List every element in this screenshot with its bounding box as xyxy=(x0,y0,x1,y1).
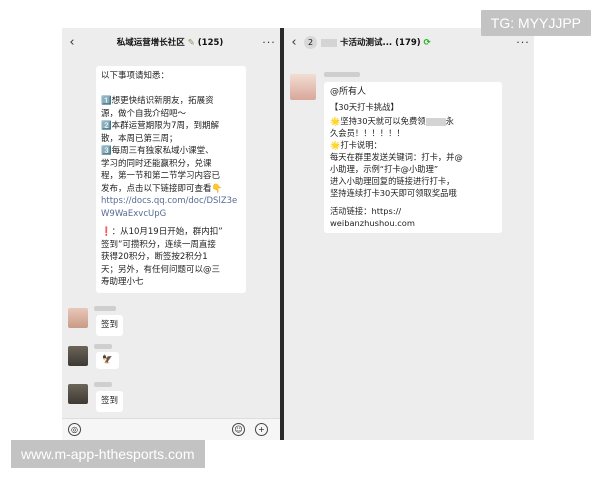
left-chat-title: 私域运营增长社区 ✎ (125) xyxy=(116,38,224,48)
right-chat-window: ‹ 2 卡活动测试... (179) ⟳ ··· @所有人 【30天打卡挑战】 … xyxy=(284,28,534,440)
emoji-message: 🦅 xyxy=(96,352,119,369)
left-title-bar: ‹ 私域运营增长社区 ✎ (125) ··· xyxy=(62,28,280,56)
input-bar[interactable]: ◎ ☺ + xyxy=(62,418,280,440)
avatar[interactable] xyxy=(68,384,88,404)
watermark-bottom-left: www.m-app-hthesports.com xyxy=(11,440,205,468)
text-line: 天；另外，有任何问题可以@三 xyxy=(101,264,221,275)
text-line xyxy=(101,83,241,96)
announcement-line: 🌟坚持30天就可以免费领 xyxy=(330,116,426,126)
text-line: 寿助理小七 xyxy=(101,277,144,287)
left-member-count: (125) xyxy=(197,38,224,48)
checkin-message: 签到 xyxy=(96,391,124,412)
announcement-line: weibanzhushou.com xyxy=(330,218,415,228)
checkin-announcement: @所有人 【30天打卡挑战】 🌟坚持30天就可以免费领永 久会员！！！！！！ 🌟… xyxy=(324,82,502,233)
plus-icon[interactable]: + xyxy=(255,423,268,436)
left-chat-window: ‹ 私域运营增长社区 ✎ (125) ··· 以下事项请知悉： 1️⃣想更快结识… xyxy=(62,28,280,440)
announcement-line: 活动链接：https:// xyxy=(330,206,402,216)
notice-text-2: ❗：从10月19日开始，群内扣” 签到”可攒积分，连续一周直接 获得20积分，断签按… xyxy=(101,226,241,289)
announcement-line: 久会员！！！！！！ xyxy=(330,128,405,138)
at-all-mention: @所有人 xyxy=(330,87,367,97)
chevron-left-icon[interactable]: ‹ xyxy=(62,35,82,50)
doc-link[interactable]: https://docs.qq.com/doc/DSlZ3e W9WaExvcUp… xyxy=(101,195,241,220)
text-line: ❗：从10月19日开始，群内扣” xyxy=(101,227,223,237)
announcement-line: 进入小助理回复的链接进行打卡， xyxy=(330,176,455,186)
text-line: 2️⃣本群运营期限为7周，到期解 xyxy=(101,121,219,131)
redacted-text xyxy=(425,117,446,126)
avatar[interactable] xyxy=(68,346,88,366)
announcement-line: 坚持连续打卡30天即可领取奖品哦 xyxy=(330,188,457,198)
text-line: 获得20积分，断签按2积分1 xyxy=(101,252,208,262)
watermark-top-right: TG: MYYJJPP xyxy=(480,10,591,36)
right-member-count: (179) xyxy=(395,38,421,48)
sender-name xyxy=(94,344,112,349)
notice-text: 以下事项请知悉： 1️⃣想更快结识新朋友，拓展资 源，做个自我介绍吧～ 2️⃣本群运… xyxy=(101,70,241,195)
notice-bubble: 以下事项请知悉： 1️⃣想更快结识新朋友，拓展资 源，做个自我介绍吧～ 2️⃣本群运… xyxy=(96,66,246,293)
more-dots-icon[interactable]: ··· xyxy=(258,36,280,49)
checkin-message: 签到 xyxy=(96,315,124,336)
sync-icon: ⟳ xyxy=(423,38,431,48)
emoji-icon[interactable]: ☺ xyxy=(232,423,245,436)
right-chat-title: 卡活动测试... (179) ⟳ xyxy=(321,36,512,48)
more-dots-icon[interactable]: ··· xyxy=(512,36,534,49)
text-line: 3️⃣每周三有独家私域小课堂、 xyxy=(101,146,214,156)
announcement-line: 🌟打卡说明： xyxy=(330,140,382,150)
text-line: 学习的同时还能赢积分，兑课 xyxy=(101,158,212,169)
announcement-line: 每天在群里发送关键词：打卡，并@ xyxy=(330,152,463,162)
text-line: 发布，点击以下链接即可查看👇 xyxy=(101,183,223,194)
text-line: 以下事项请知悉： xyxy=(101,71,170,81)
unread-badge: 2 xyxy=(304,35,317,49)
text-line: 签到”可攒积分，连续一周直接 xyxy=(101,239,216,250)
announcement-line: 小助理，示例“打卡@小助理” xyxy=(330,164,439,174)
text-line: 散，本周已第三周； xyxy=(101,133,178,144)
text-line: 程，第一节和第二节学习内容已 xyxy=(101,171,221,181)
sender-name xyxy=(94,382,112,387)
voice-icon[interactable]: ◎ xyxy=(68,423,81,436)
chevron-left-icon[interactable]: ‹ xyxy=(284,35,304,50)
text-line: 1️⃣想更快结识新朋友，拓展资 xyxy=(101,96,214,106)
avatar[interactable] xyxy=(68,308,88,328)
sender-name xyxy=(324,72,360,77)
redacted-title xyxy=(321,38,337,47)
sender-name xyxy=(94,306,116,311)
text-line: W9WaExvcUpG xyxy=(101,208,167,219)
avatar[interactable] xyxy=(290,74,316,100)
announcement-line: 【30天打卡挑战】 xyxy=(330,102,399,112)
emoji-icon: ✎ xyxy=(187,38,195,48)
text-line: 源，做个自我介绍吧～ xyxy=(101,108,187,119)
text-line: https://docs.qq.com/doc/DSlZ3e xyxy=(101,196,238,206)
